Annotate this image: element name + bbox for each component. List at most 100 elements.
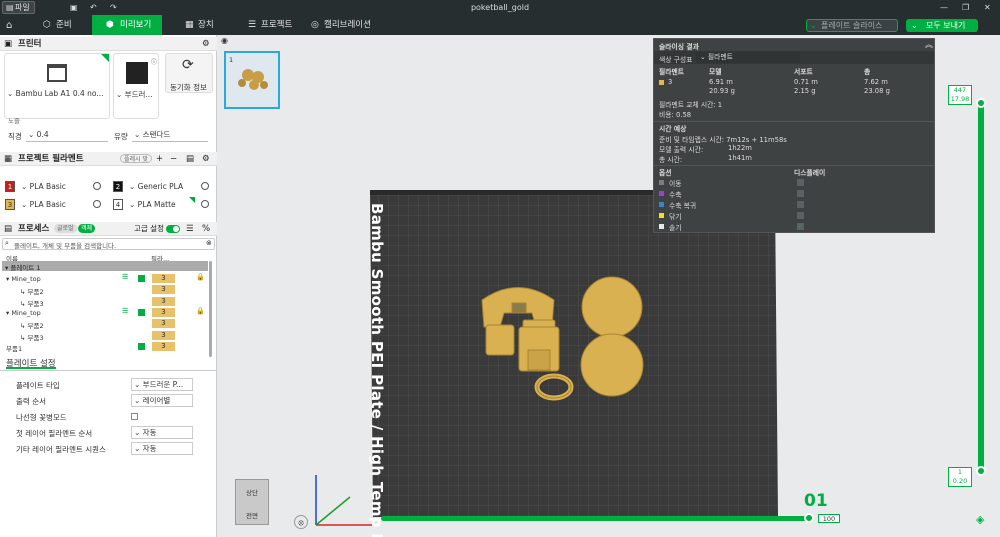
object-toggle[interactable]: 객체 [78,224,96,233]
tree-scrollbar[interactable] [209,261,212,357]
info-icon[interactable]: ⓘ [151,57,157,66]
filament-number[interactable]: 3 [152,285,175,295]
search-input[interactable]: 플레이트, 개체 및 부품을 검색합니다. [14,240,116,250]
tree-object-row[interactable]: ▾ Mine_top ☰ 3 🔒 [2,273,208,284]
tree-part-row[interactable]: ↳ 부품3 3 [2,330,208,342]
slicing-result-panel: 슬라이싱 결과 ︽ 색상 구성표 ⌄ 필라멘트 필라멘트 모델 서포트 총 3 … [653,38,935,233]
tree-object-row[interactable]: 부품1 3 [2,341,208,353]
slice-plate-button[interactable]: ⌄ 플레이트 슬라이스 [806,19,898,32]
sync-button[interactable]: ⟳ 동기화 정보 [165,53,213,93]
legend-display-checkbox[interactable] [797,179,804,186]
legend-display-checkbox[interactable] [797,190,804,197]
layer-top-readout: 447 17.98 [948,85,972,105]
tab-calibration[interactable]: ◎ 캘리브레이션 [308,15,388,35]
tab-plate-settings[interactable]: 플레이트 설정 [6,357,56,369]
gear-icon[interactable]: ⚙ [202,152,210,166]
filament-number[interactable]: 3 [152,307,175,317]
printable-checkbox[interactable] [138,308,145,316]
diameter-select[interactable]: ⌄ 0.4 [26,129,108,142]
filament-swatch[interactable]: 1 [5,181,15,192]
gear-icon[interactable]: ⚙ [202,37,210,51]
vase-mode-checkbox[interactable] [131,413,138,420]
tab-prepare[interactable]: ⬡ 준비 [40,15,90,35]
tree-part-row[interactable]: ↳ 부품3 3 [2,296,208,308]
collapse-icon[interactable]: ︽ [925,39,933,50]
slicing-result-title: 슬라이싱 결과 [659,43,699,51]
filament-number[interactable]: 3 [152,274,175,283]
printable-checkbox[interactable] [138,342,145,350]
layer-slider-bottom-thumb[interactable] [976,466,986,476]
filament-number[interactable]: 3 [152,319,175,329]
move-slider[interactable] [381,516,811,521]
plate-setting-select[interactable]: ⌄ 자동 [131,426,193,439]
printer-card[interactable]: ⌄ Bambu Lab A1 0.4 no... [4,53,110,119]
filament-3[interactable]: 3 ⌄ PLA Basic [5,199,105,211]
layer-list-icon[interactable]: ☰ [122,273,128,281]
legend-display-checkbox[interactable]: ✓ [797,223,804,230]
plate-setting-select[interactable]: ⌄ 레이어별 [131,394,193,407]
lock-icon[interactable]: 🔒 [196,307,205,315]
bed-type-card[interactable]: ⓘ ⌄ 부드러... [113,53,159,119]
plate-row[interactable]: ▾ 플레이트 1 [2,261,208,272]
send-all-button[interactable]: ⌄ 모두 보내기 [906,19,978,32]
flow-select[interactable]: ⌄ 스탠다드 [132,129,208,142]
remove-circle-icon[interactable] [93,182,101,190]
close-icon[interactable]: ✕ [984,0,991,15]
preview-icon: ⬢ [106,20,114,30]
minimize-icon[interactable]: — [940,0,948,15]
legend-display-checkbox[interactable] [797,212,804,219]
lock-icon[interactable]: 🔒 [196,273,205,281]
remove-circle-icon[interactable] [93,200,101,208]
filament-name: ⌄ PLA Matte [129,200,176,209]
project-icon: ☰ [248,20,257,30]
clear-button[interactable]: 플레시 맞 [120,154,152,163]
process-section-header: ▤ 프로세스 글로벌 객체 고급 설정 ☰ % [0,222,217,236]
move-slider-thumb[interactable] [804,513,814,523]
tree-part-row[interactable]: ↳ 부품2 3 [2,318,208,330]
view-cube-front: 전면 [246,512,258,520]
tree-part-row[interactable]: ↳ 부품2 3 [2,284,208,296]
layer-slider[interactable] [978,101,984,472]
support-length: 0.71 m [794,78,818,86]
tab-project[interactable]: ☰ 프로젝트 [245,15,305,35]
search-bar[interactable]: ⌕ 플레이트, 개체 및 부품을 검색합니다. ⊗ [2,238,215,250]
color-scheme-select[interactable]: ⌄ 필라멘트 [696,52,800,63]
filament-4[interactable]: 4 ⌄ PLA Matte [113,197,213,211]
title-bar: ▤ 파일 ▣ ↶ ↷ poketball_gold — ❐ ✕ [0,0,1000,15]
filament-number[interactable]: 3 [152,296,175,306]
remove-circle-icon[interactable] [201,182,209,190]
percent-icon[interactable]: % [202,222,210,236]
header-total: 총 [864,68,871,76]
layer-list-icon[interactable]: ☰ [122,307,128,315]
filament-swatch[interactable]: 4 [113,199,123,210]
advanced-toggle[interactable] [166,225,180,233]
list-icon[interactable]: ☰ [186,222,194,236]
maximize-icon[interactable]: ❐ [962,0,969,15]
filament-number[interactable]: 3 [152,330,175,340]
legend-display-checkbox[interactable] [797,201,804,208]
filament-1[interactable]: 1 ⌄ PLA Basic [5,181,105,193]
layer-slider-top-thumb[interactable] [976,98,986,108]
filament-number[interactable]: 3 [152,341,175,351]
clear-search-icon[interactable]: ⊗ [206,239,212,247]
filament-swatch[interactable]: 2 [113,181,123,192]
plate-setting-select[interactable]: ⌄ 자동 [131,442,193,455]
sync-label: 동기화 정보 [170,83,207,92]
home-icon[interactable]: ⌂ [6,18,12,33]
legend-label: 수축 [669,191,682,199]
tab-preview[interactable]: ⬢ 미리보기 [92,15,162,35]
add-filament-icon[interactable]: + [156,152,163,166]
global-toggle[interactable]: 글로벌 [54,224,77,233]
tree-object-row[interactable]: ▾ Mine_top ☰ 3 🔒 [2,307,208,318]
zoom-fit-icon[interactable]: ⦻ [294,515,308,529]
layers-icon[interactable]: ◈ [976,513,984,526]
view-cube[interactable]: 상단 전면 [235,479,269,525]
filament-swatch[interactable]: 3 [5,199,15,210]
filament-list-icon[interactable]: ▤ [186,152,194,166]
plate-setting-select[interactable]: ⌄ 부드러운 P... [131,378,193,391]
remove-filament-icon[interactable]: − [170,152,177,166]
tab-device[interactable]: ▦ 장치 [182,15,232,35]
remove-circle-icon[interactable] [201,200,209,208]
filament-2[interactable]: 2 ⌄ Generic PLA [113,181,213,193]
printable-checkbox[interactable] [138,275,145,282]
